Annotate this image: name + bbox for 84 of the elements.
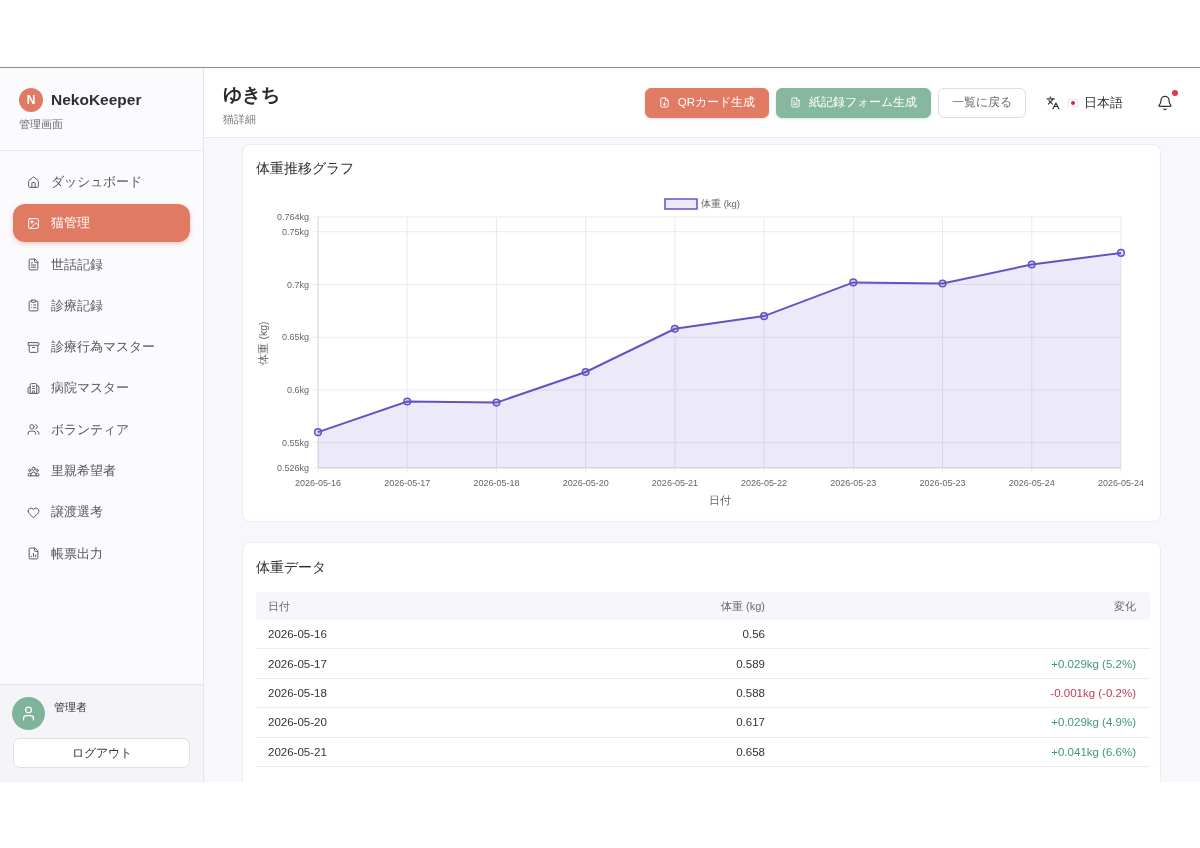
table-cell-text: 0.56 [741,628,766,641]
nav-item[interactable]: 病院マスター [13,369,190,408]
data-point [1027,260,1036,269]
y-tick-label: 0.526kg [276,463,309,474]
data-point [670,324,679,333]
table-cell-text: +0.029kg (4.9%) [1050,716,1137,729]
nav-item[interactable]: ボランティア [13,410,190,449]
nav-item[interactable]: 診療行為マスター [13,328,190,367]
column-header: 変化 [1113,598,1137,614]
column-header: 体重 (kg) [720,598,766,614]
table-cell-text: 2026-05-17 [267,657,328,670]
clipboard-icon [27,299,40,313]
group-icon [27,464,40,478]
y-axis-title: 体重 (kg) [257,321,269,365]
page-title: ゆきち [223,82,280,107]
box-icon [27,340,40,354]
x-tick-label: 2026-05-17 [384,478,431,488]
x-tick-label: 2026-05-21 [651,478,698,488]
people-icon [27,423,40,437]
brand-subtitle: 管理画面 [19,117,63,132]
logo-mark: N [19,88,43,112]
y-tick-label: 0.65kg [281,332,309,343]
data-point [1116,248,1126,257]
data-point [760,312,769,321]
x-tick-label: 2026-05-24 [1008,478,1055,488]
y-tick-label: 0.6kg [286,385,309,396]
nav-item[interactable]: 譲渡選考 [13,493,190,532]
home-icon [27,175,40,189]
action-button[interactable]: 一覧に戻る [938,87,1026,118]
data-point [313,428,323,437]
table-cell-text: 0.588 [735,686,766,699]
logout-button[interactable]: ログアウト [13,738,190,768]
image-icon [27,216,40,230]
y-tick-label: 0.75kg [281,226,309,237]
y-tick-label: 0.55kg [281,437,309,448]
data-point [938,279,947,288]
x-tick-label: 2026-05-24 [1098,478,1144,488]
document-icon [790,97,801,108]
table-cell-text: +0.041kg (6.6%) [1050,745,1137,758]
column-header: 日付 [267,598,291,614]
user-name: 管理者 [54,700,87,715]
table-cell-text: 0.589 [735,657,766,670]
chart-file-icon [27,547,40,561]
nav-item[interactable]: 診療記録 [13,286,190,325]
x-tick-label: 2026-05-23 [830,478,877,488]
table-cell-text: 2026-05-18 [267,686,328,699]
bell-icon [1157,94,1173,111]
building-icon [27,382,40,395]
file-download-icon [658,97,670,108]
table-cell-text: 0.658 [735,745,766,758]
table-cell-text: 0.617 [735,716,766,729]
table-cell-text: 2026-05-20 [267,716,328,729]
legend-label: 体重 (kg) [701,198,740,209]
nav-item[interactable]: 帳票出力 [13,534,190,573]
x-tick-label: 2026-05-20 [562,478,609,488]
data-point [403,397,412,406]
x-tick-label: 2026-05-18 [473,478,520,488]
data-point [849,278,858,287]
table-cell-text: +0.029kg (5.2%) [1050,657,1137,670]
heart-icon [27,505,40,519]
y-tick-label: 0.7kg [286,279,309,290]
data-point [581,368,590,377]
language-selector[interactable]: 日本語 [1046,93,1123,112]
x-axis-title: 日付 [708,494,731,506]
x-tick-label: 2026-05-16 [295,478,341,488]
x-tick-label: 2026-05-23 [919,478,966,488]
table-cell-text: 2026-05-16 [267,628,328,641]
translate-icon [1046,95,1060,110]
page-subtitle: 猫詳細 [223,111,256,127]
x-tick-label: 2026-05-22 [741,478,788,488]
table-cell-text: 2026-05-21 [267,745,328,758]
table-cell-text: -0.001kg (-0.2%) [1049,686,1137,699]
brand-name: NekoKeeper [51,91,142,109]
avatar-icon [12,697,45,730]
y-tick-label: 0.764kg [276,212,309,223]
document-icon [27,258,40,272]
nav-item[interactable]: 世話記録 [13,245,190,284]
data-point [492,398,501,407]
nav-item[interactable]: ダッシュボード [13,163,190,201]
card-title: 体重データ [256,558,326,577]
legend-swatch-icon [664,198,698,210]
nav-item[interactable]: 里親希望者 [13,452,190,491]
card-title: 体重推移グラフ [256,159,354,178]
flag-icon [1068,98,1078,107]
